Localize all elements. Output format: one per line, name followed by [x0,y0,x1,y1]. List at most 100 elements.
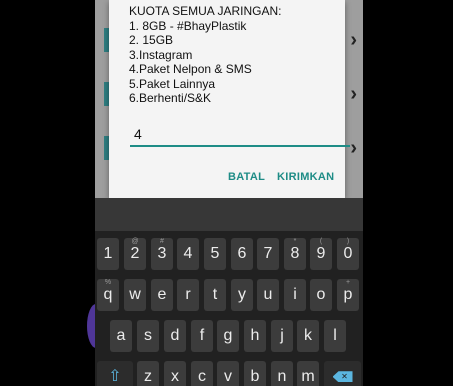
message-line: 6.Berhenti/S&K [129,91,212,105]
key-9[interactable]: (9 [310,238,332,270]
key-n[interactable]: n [271,361,293,386]
key-4[interactable]: 4 [177,238,199,270]
key-label: w [129,286,141,303]
key-label: 9 [316,245,326,262]
key-z[interactable]: z [137,361,159,386]
key-label: r [185,286,191,303]
key-label: 3 [157,245,167,262]
key-m[interactable]: m [297,361,319,386]
key-2[interactable]: @2 [124,238,146,270]
key-label: x [171,368,179,385]
key-label: h [250,327,260,344]
key-label: c [198,368,206,385]
key-y[interactable]: y [231,279,253,311]
key-label: a [116,327,126,344]
key-hint: % [104,279,112,286]
key-label: o [316,286,326,303]
key-o[interactable]: o [310,279,332,311]
message-line: 2. 15GB [129,33,174,47]
reply-input[interactable] [130,124,350,147]
key-label: s [144,327,152,344]
key-8[interactable]: * 8 [284,238,306,270]
key-hint: @ [131,238,139,245]
chevron-right-icon: › [350,29,357,51]
key-j[interactable]: j [271,320,293,352]
key-label: 2 [130,245,140,262]
key-d[interactable]: d [164,320,186,352]
key-label: 8 [290,245,300,262]
key-label: z [144,368,152,385]
key-hint: ) [346,238,350,245]
key-hint: * [293,238,297,245]
key-hint: # [160,238,164,245]
phone-screen: › › › KUOTA SEMUA JARINGAN: 1. 8GB - #Bh… [95,0,363,386]
key-label: p [343,286,353,303]
key-label: b [250,368,260,385]
key-hint: ( [319,238,323,245]
key-label: 0 [343,245,353,262]
key-label: 4 [183,245,193,262]
message-line: 3.Instagram [129,47,193,62]
key-5[interactable]: 5 [204,238,226,270]
key-label: u [263,286,273,303]
key-label: n [277,368,287,385]
key-1[interactable]: 1 [97,238,119,270]
message-line: 1. 8GB - #BhayPlastik [129,18,247,33]
key-label: f [199,327,205,344]
key-label: 6 [237,245,247,262]
key-label: d [170,327,180,344]
key-label: i [293,286,297,303]
dialog-message: KUOTA SEMUA JARINGAN: 1. 8GB - #BhayPlas… [129,4,281,106]
key-label: 1 [103,245,113,262]
shift-icon: ⇧ [108,368,122,385]
key-p[interactable]: + p [337,279,359,311]
key-e[interactable]: e [151,279,173,311]
message-line: 4.Paket Nelpon & SMS [129,62,252,76]
key-w[interactable]: w [124,279,146,311]
keyboard-suggestion-bar [95,198,363,231]
chevron-right-icon: › [350,83,357,105]
key-label: 7 [263,245,273,262]
delete-key[interactable]: ✕ [324,361,361,386]
key-k[interactable]: k [297,320,319,352]
key-a[interactable]: a [110,320,132,352]
key-label: v [224,368,232,385]
key-6[interactable]: 6 [231,238,253,270]
message-line: KUOTA SEMUA JARINGAN: [129,4,282,18]
send-button[interactable]: KIRIMKAN [277,171,334,183]
key-label: q [103,286,113,303]
key-v[interactable]: v [217,361,239,386]
key-r[interactable]: r [177,279,199,311]
key-label: k [304,327,312,344]
key-u[interactable]: u [257,279,279,311]
key-label: t [212,286,218,303]
key-s[interactable]: s [137,320,159,352]
key-label: y [238,286,246,303]
key-g[interactable]: g [217,320,239,352]
shift-key[interactable]: ⇧ [97,361,133,386]
key-7[interactable]: 7 [257,238,279,270]
key-label: g [223,327,233,344]
key-b[interactable]: b [244,361,266,386]
key-label: j [280,327,284,344]
key-t[interactable]: t [204,279,226,311]
key-c[interactable]: c [191,361,213,386]
key-q[interactable]: % q [97,279,119,311]
cancel-button[interactable]: BATAL [228,171,265,183]
key-label: e [157,286,167,303]
key-hint: + [345,279,351,286]
key-l[interactable]: l [324,320,346,352]
key-f[interactable]: f [191,320,213,352]
key-label: l [333,327,337,344]
key-i[interactable]: i [284,279,306,311]
key-0[interactable]: ) 0 [337,238,359,270]
soft-keyboard: 1 @2 #3 4 5 6 7 * 8 (9 ) 0 % q w e r t y u … [95,198,363,386]
message-line: 5.Paket Lainnya [129,76,216,91]
chevron-right-icon: › [350,137,357,159]
key-label: 5 [210,245,220,262]
key-label: m [301,368,315,385]
key-h[interactable]: h [244,320,266,352]
key-x[interactable]: x [164,361,186,386]
key-3[interactable]: #3 [151,238,173,270]
backspace-icon: ✕ [332,371,353,383]
